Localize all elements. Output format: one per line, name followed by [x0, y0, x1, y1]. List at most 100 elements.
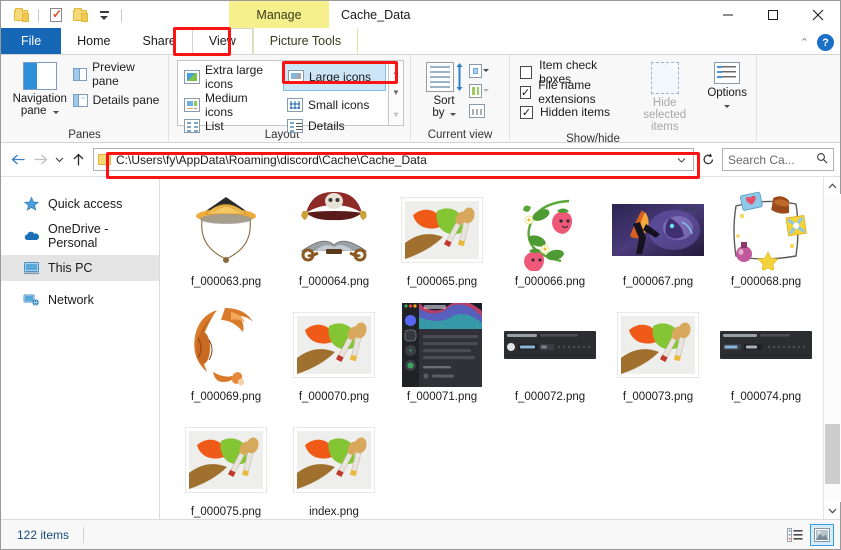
file-thumbnail	[502, 302, 598, 388]
hidden-items-row[interactable]: ✓ Hidden items	[520, 102, 625, 122]
file-thumbnail	[178, 417, 274, 503]
new-folder-icon[interactable]	[70, 5, 90, 25]
details-pane-icon	[72, 93, 88, 107]
group-by-button[interactable]	[469, 62, 489, 79]
ribbon-group-layout: Extra large icons Large icons Medium ico…	[169, 55, 411, 143]
add-columns-dropdown-icon	[483, 89, 489, 92]
customize-qat-icon[interactable]	[94, 5, 114, 25]
search-icon[interactable]	[816, 152, 828, 167]
details-pane-button[interactable]: Details pane	[72, 90, 162, 110]
address-path-field[interactable]: C:\Users\fy\AppData\Roaming\discord\Cach…	[93, 148, 694, 171]
view-toggle-group	[783, 523, 834, 546]
item-check-boxes-checkbox[interactable]	[520, 65, 533, 79]
recent-locations-button[interactable]	[51, 148, 67, 172]
file-item[interactable]: f_000074.png	[712, 302, 820, 417]
sort-by-button[interactable]: Sort by	[419, 60, 469, 119]
thumbnail-view-button[interactable]	[810, 523, 834, 546]
file-thumbnail	[286, 417, 382, 503]
options-button[interactable]: Options	[704, 60, 750, 111]
maximize-button[interactable]	[750, 1, 795, 29]
file-thumbnail	[178, 187, 274, 273]
ribbon-group-panes-label: Panes	[68, 128, 101, 141]
layout-small-icons[interactable]: Small icons	[283, 91, 386, 119]
gallery-scroll-down-icon[interactable]: ▼	[392, 88, 400, 97]
address-dropdown-icon[interactable]	[677, 155, 689, 165]
gallery-expand-icon[interactable]: ▿	[394, 110, 398, 119]
title-bar: Manage Cache_Data	[1, 1, 840, 29]
navigation-pane-dropdown-icon[interactable]	[52, 111, 59, 114]
folder-icon[interactable]	[11, 5, 31, 25]
sort-by-dropdown-icon[interactable]	[449, 113, 456, 116]
file-item[interactable]: f_000065.png	[388, 187, 496, 302]
refresh-button[interactable]	[698, 149, 718, 171]
file-name-extensions-row[interactable]: ✓ File name extensions	[520, 78, 625, 106]
file-item[interactable]: f_000063.png	[172, 187, 280, 302]
file-name-extensions-checkbox[interactable]: ✓	[520, 85, 532, 99]
navigation-pane-button[interactable]: Navigation pane	[7, 60, 73, 117]
tab-share[interactable]: Share	[127, 28, 192, 54]
file-item[interactable]: f_000064.png	[280, 187, 388, 302]
sidebar-item-this-pc[interactable]: This PC	[1, 255, 159, 281]
sidebar-item-network[interactable]: Network	[1, 287, 159, 313]
scroll-down-icon[interactable]	[824, 502, 841, 519]
contextual-tab-manage[interactable]: Manage	[229, 1, 329, 29]
details-pane-label: Details pane	[92, 93, 160, 107]
layout-large-icons[interactable]: Large icons	[283, 63, 386, 91]
up-button[interactable]	[67, 148, 89, 172]
gallery-scroll-up-icon[interactable]: ▲	[392, 67, 400, 76]
file-grid: f_000063.png f_000064.png f_000065.png f…	[160, 177, 823, 519]
file-item[interactable]: f_000068.png	[712, 187, 820, 302]
preview-pane-button[interactable]: Preview pane	[72, 60, 162, 88]
help-icon[interactable]: ?	[817, 34, 834, 51]
qat-divider-2	[121, 8, 122, 22]
file-item[interactable]: f_000072.png	[496, 302, 604, 417]
options-dropdown-icon[interactable]	[724, 105, 731, 108]
star-icon	[23, 196, 40, 212]
address-folder-icon	[98, 154, 111, 165]
file-item[interactable]: f_000073.png	[604, 302, 712, 417]
tab-view[interactable]: View	[191, 28, 253, 54]
navigation-sidebar: Quick access OneDrive - Personal This PC…	[1, 177, 160, 519]
sidebar-item-quick-access[interactable]: Quick access	[1, 191, 159, 217]
layout-list[interactable]: List	[180, 119, 283, 133]
tab-file[interactable]: File	[1, 28, 62, 54]
minimize-button[interactable]	[705, 1, 750, 29]
network-icon	[23, 292, 40, 308]
details-view-button[interactable]	[783, 524, 807, 546]
details-view-icon	[287, 119, 303, 133]
size-columns-button[interactable]	[469, 102, 489, 119]
add-columns-button[interactable]	[469, 82, 489, 99]
scroll-up-icon[interactable]	[824, 177, 841, 194]
scrollbar-track[interactable]	[823, 194, 841, 502]
layout-gallery-scroll[interactable]: ▲ ▼ ▿	[389, 60, 404, 126]
forward-button[interactable]	[29, 148, 51, 172]
file-item[interactable]: f_000070.png	[280, 302, 388, 417]
tab-picture-tools[interactable]: Picture Tools	[252, 28, 359, 54]
main-area: Quick access OneDrive - Personal This PC…	[1, 176, 841, 519]
tab-home[interactable]: Home	[61, 28, 126, 54]
file-item[interactable]: f_000069.png	[172, 302, 280, 417]
file-item[interactable]: f_000066.png	[496, 187, 604, 302]
layout-extra-large-icons[interactable]: Extra large icons	[180, 63, 283, 91]
file-name: f_000071.png	[406, 391, 478, 403]
hidden-items-checkbox[interactable]: ✓	[520, 105, 533, 119]
file-item[interactable]: f_000067.png	[604, 187, 712, 302]
file-name: f_000069.png	[190, 391, 262, 403]
file-item[interactable]: + f_000071.png	[388, 302, 496, 417]
ribbon-group-current-view-label: Current view	[427, 128, 493, 141]
collapse-ribbon-icon[interactable]: ⌃	[800, 36, 809, 49]
vertical-scrollbar[interactable]	[823, 177, 841, 519]
file-item[interactable]: f_000075.png	[172, 417, 280, 519]
search-input[interactable]: Search Ca...	[722, 148, 834, 171]
file-item[interactable]: index.png	[280, 417, 388, 519]
preview-pane-icon	[72, 67, 88, 81]
sidebar-item-onedrive[interactable]: OneDrive - Personal	[1, 222, 159, 250]
group-by-dropdown-icon[interactable]	[483, 69, 489, 72]
properties-icon[interactable]	[46, 5, 66, 25]
layout-medium-icons[interactable]: Medium icons	[180, 91, 283, 119]
scrollbar-thumb[interactable]	[824, 424, 840, 484]
ribbon-group-current-view: Sort by Current view	[411, 55, 510, 143]
back-button[interactable]	[7, 148, 29, 172]
layout-details[interactable]: Details	[283, 119, 386, 133]
close-button[interactable]	[795, 1, 840, 29]
